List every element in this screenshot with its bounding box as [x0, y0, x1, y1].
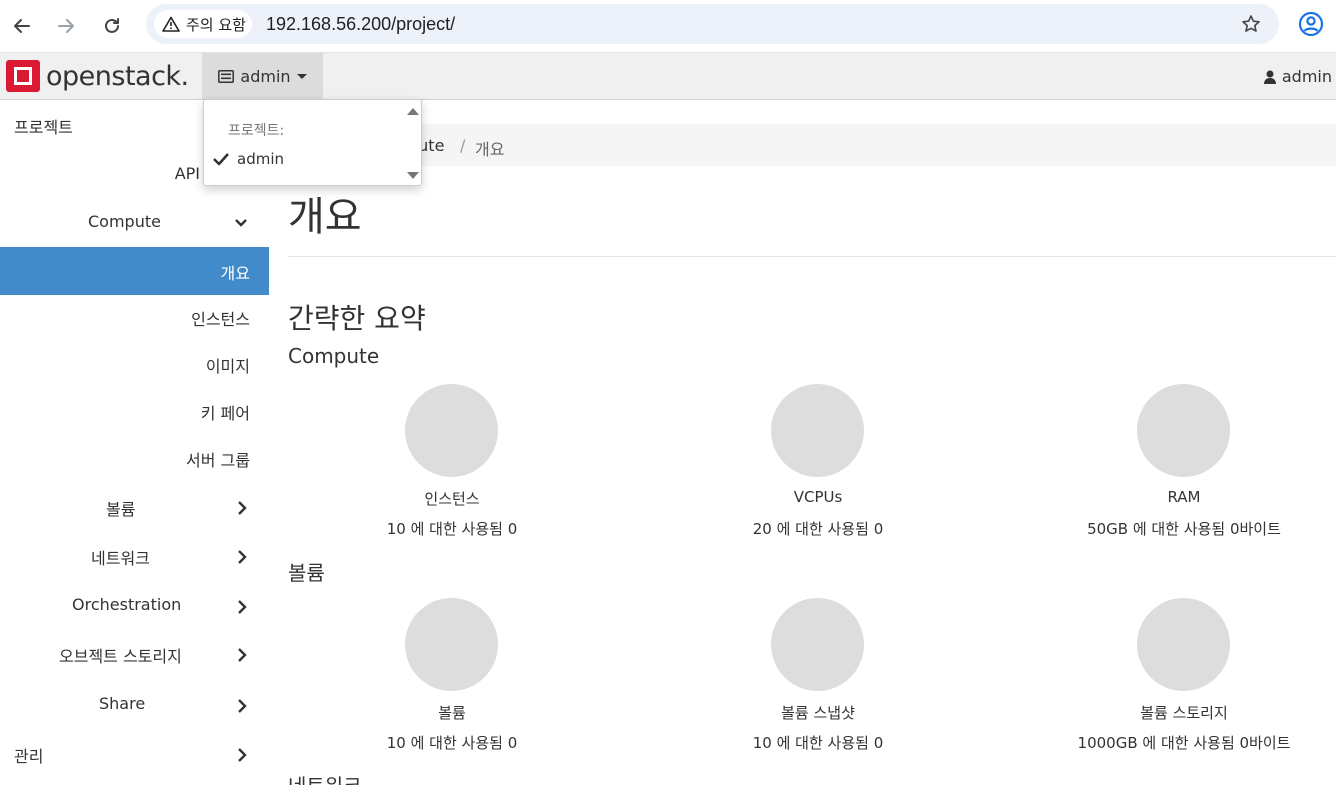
star-icon [1242, 15, 1260, 32]
summary-heading: 간략한 요약 [288, 302, 426, 335]
sidebar-item-images[interactable]: 이미지 [0, 353, 269, 377]
sidebar-item-label: 키 페어 [200, 404, 250, 423]
server-icon [218, 69, 235, 83]
sidebar-item-label: Compute [88, 212, 161, 231]
caret-down-icon [296, 73, 307, 79]
dropdown-item-label: admin [237, 150, 284, 168]
breadcrumb: pute / 개요 [288, 124, 1336, 166]
user-icon [1263, 70, 1276, 84]
security-label: 주의 요함 [186, 15, 246, 34]
vcpus-label: VCPUs [793, 488, 843, 506]
dropdown-item-admin[interactable]: admin [212, 150, 284, 168]
security-chip[interactable]: 주의 요함 [154, 10, 252, 38]
forward-icon [58, 19, 74, 33]
sidebar-group-volumes[interactable]: 볼륨 [0, 496, 269, 522]
instances-usage: 10 에 대한 사용됨 0 [386, 520, 518, 538]
sidebar-group-orchestration[interactable]: Orchestration [0, 595, 269, 621]
profile-button[interactable] [1298, 11, 1324, 41]
browser-toolbar: 주의 요함 192.168.56.200/project/ [0, 0, 1336, 53]
instances-label: 인스턴스 [424, 490, 480, 508]
chevron-right-icon [238, 748, 247, 762]
sidebar-section-label: 프로젝트 [14, 118, 73, 137]
volume-storage-usage: 1000GB 에 대한 사용됨 0바이트 [1077, 734, 1291, 752]
instances-pie-chart [405, 384, 498, 477]
sidebar-item-label: 개요 [220, 264, 250, 283]
back-button[interactable] [8, 12, 36, 40]
network-heading: 네트워크 [288, 770, 362, 785]
sidebar-item-label: API [174, 164, 200, 183]
vcpus-pie-chart [771, 384, 864, 477]
sidebar-item-label: 볼륨 [106, 500, 136, 519]
ram-label: RAM [1167, 488, 1201, 506]
volumes-pie-chart [405, 598, 498, 691]
chevron-right-icon [238, 699, 247, 713]
project-switcher-label: admin [240, 66, 291, 86]
scroll-down-arrow[interactable] [407, 172, 419, 179]
page-title: 개요 [288, 194, 362, 240]
volume-heading: 볼륨 [288, 561, 325, 585]
sidebar-item-label: 네트워크 [91, 549, 150, 568]
volume-snapshots-pie-chart [771, 598, 864, 691]
sidebar-item-label: 서버 그룹 [186, 451, 250, 470]
openstack-logo-icon [6, 60, 40, 92]
bookmark-button[interactable] [1241, 14, 1261, 38]
user-name: admin [1281, 67, 1332, 86]
sidebar-item-instances[interactable]: 인스턴스 [0, 306, 269, 330]
sidebar-item-keypairs[interactable]: 키 페어 [0, 400, 269, 424]
sidebar-group-share[interactable]: Share [0, 694, 269, 720]
chevron-right-icon [238, 501, 247, 515]
openstack-header: openstack. admin admin [0, 53, 1336, 100]
reload-icon [105, 18, 119, 33]
dropdown-header: 프로젝트: [228, 123, 285, 139]
sidebar: 프로젝트 API Compute 개요 인스턴스 이미지 키 페어 서버 그룹 … [0, 100, 269, 785]
sidebar-item-label: Orchestration [72, 595, 182, 614]
compute-heading: Compute [288, 344, 380, 368]
breadcrumb-separator: / [460, 136, 466, 155]
ram-pie-chart [1137, 384, 1230, 477]
url-text[interactable]: 192.168.56.200/project/ [266, 14, 455, 35]
sidebar-item-server-groups[interactable]: 서버 그룹 [0, 447, 269, 471]
sidebar-item-label: 관리 [14, 747, 44, 766]
volumes-label: 볼륨 [438, 704, 466, 722]
vcpus-usage: 20 에 대한 사용됨 0 [752, 520, 884, 538]
chevron-right-icon [238, 550, 247, 564]
scroll-up-arrow[interactable] [407, 108, 419, 115]
breadcrumb-item-current: 개요 [475, 140, 505, 159]
address-bar[interactable]: 주의 요함 192.168.56.200/project/ [146, 4, 1279, 44]
sidebar-item-label: Share [99, 694, 146, 713]
sidebar-group-object-storage[interactable]: 오브젝트 스토리지 [0, 643, 269, 669]
brand-text: openstack. [46, 60, 189, 92]
back-icon [14, 19, 30, 33]
sidebar-section-admin[interactable]: 관리 [0, 743, 269, 769]
ram-usage: 50GB 에 대한 사용됨 0바이트 [1087, 520, 1281, 538]
chevron-down-icon [235, 219, 247, 227]
volume-storage-pie-chart [1137, 598, 1230, 691]
divider [288, 256, 1336, 257]
sidebar-group-compute[interactable]: Compute [0, 212, 269, 238]
volume-storage-label: 볼륨 스토리지 [1140, 704, 1228, 722]
chevron-right-icon [238, 600, 247, 614]
volumes-usage: 10 에 대한 사용됨 0 [386, 734, 518, 752]
sidebar-item-label: 오브젝트 스토리지 [59, 647, 182, 666]
sidebar-item-label: 이미지 [205, 357, 250, 376]
profile-icon [1298, 11, 1324, 37]
openstack-logo[interactable]: openstack. [6, 59, 189, 93]
project-switcher[interactable]: admin [202, 53, 323, 99]
warning-icon [162, 16, 180, 32]
project-dropdown-menu: 프로젝트: admin [203, 99, 422, 186]
check-icon [213, 153, 229, 166]
volume-snapshots-usage: 10 에 대한 사용됨 0 [752, 734, 884, 752]
volume-snapshots-label: 볼륨 스냅샷 [781, 704, 855, 722]
sidebar-item-label: 인스턴스 [191, 310, 250, 329]
chevron-right-icon [238, 648, 247, 662]
reload-button[interactable] [98, 12, 126, 40]
user-menu[interactable]: admin [1263, 67, 1332, 86]
sidebar-item-overview[interactable]: 개요 [0, 247, 269, 295]
sidebar-group-network[interactable]: 네트워크 [0, 545, 269, 571]
forward-button[interactable] [52, 12, 80, 40]
